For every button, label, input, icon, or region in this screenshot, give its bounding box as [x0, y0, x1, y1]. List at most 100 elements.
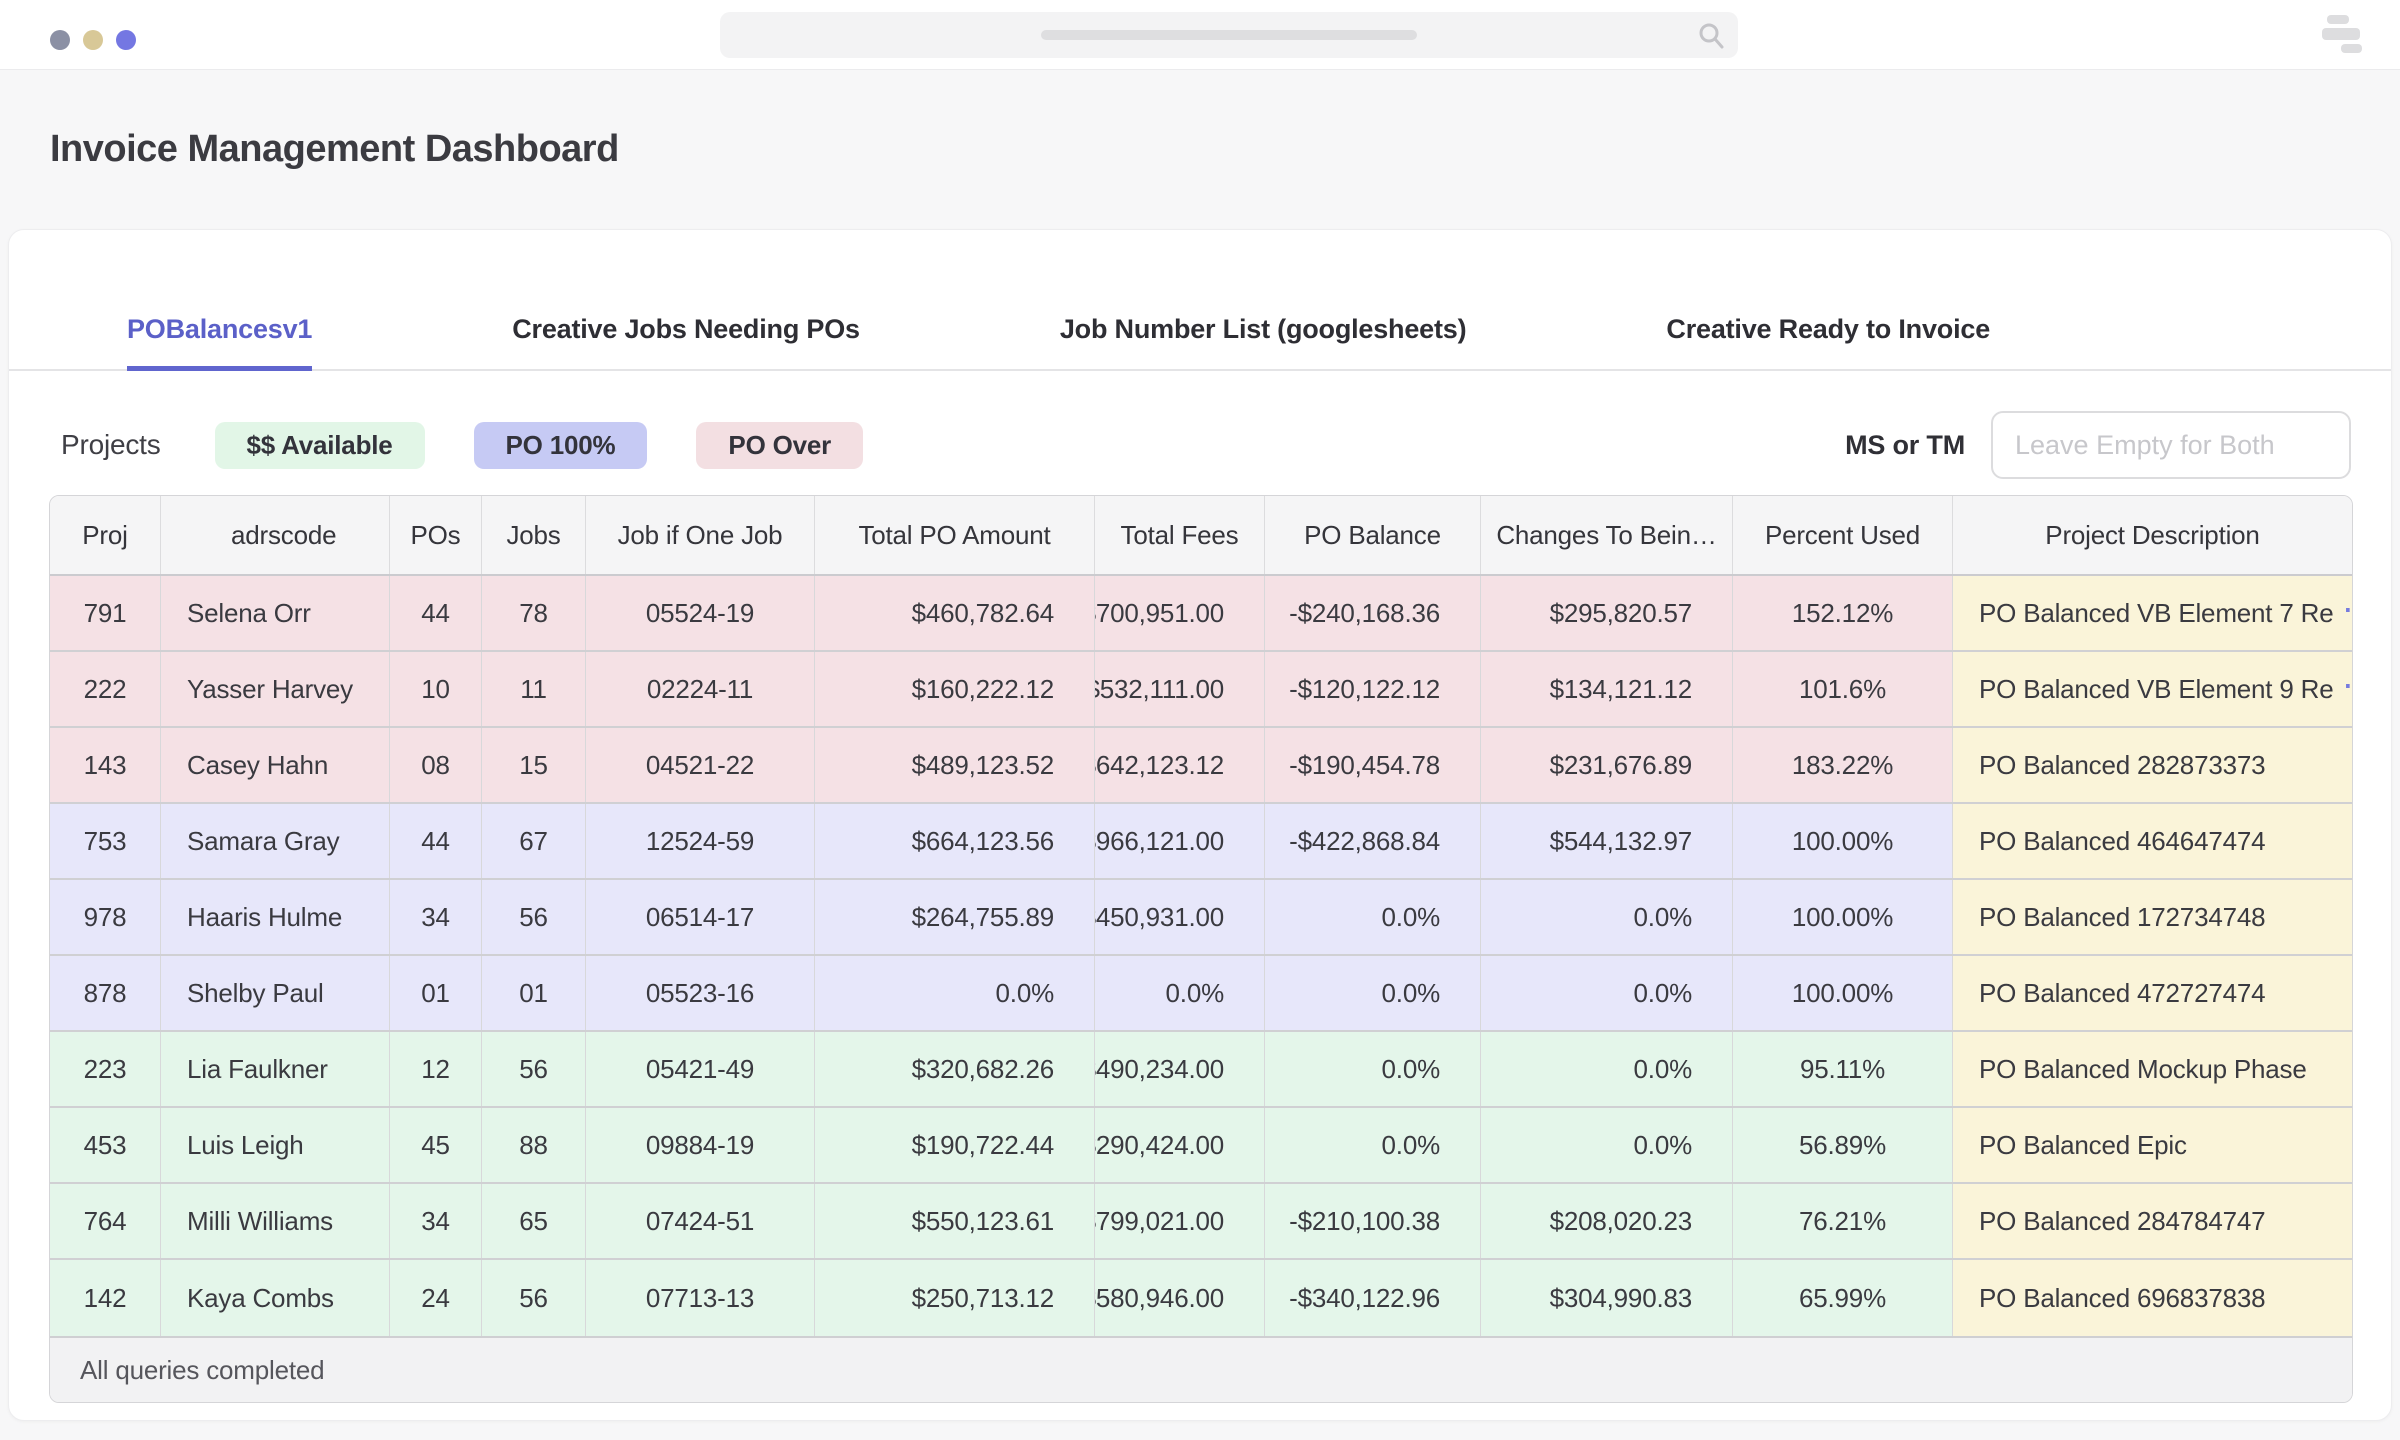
cell-value: 07424-51 — [646, 1206, 754, 1237]
column-header-changes-to-being[interactable]: Changes To Bein… — [1481, 496, 1733, 574]
cell-value: Luis Leigh — [187, 1130, 304, 1161]
cell-value: Selena Orr — [187, 598, 311, 629]
cell-value: $295,820.57 — [1550, 598, 1692, 629]
cell-changes-to-being: 0.0% — [1481, 956, 1733, 1030]
window-control-dot-tan[interactable] — [83, 30, 103, 50]
cell-value: 100.00% — [1792, 902, 1893, 933]
cell-value: 56 — [519, 1283, 548, 1314]
column-header-jobs[interactable]: Jobs — [482, 496, 586, 574]
cell-total-po-amount: $250,713.12 — [815, 1260, 1095, 1336]
project-description-cell: PO Balanced 696837838 — [1953, 1260, 2352, 1336]
table-row[interactable]: 978Haaris Hulme345606514-17$264,755.89$4… — [50, 880, 2352, 956]
cell-adrscode: Shelby Paul — [161, 956, 390, 1030]
cell-value: 0.0% — [996, 978, 1054, 1009]
tab-pobalancesv1[interactable]: POBalancesv1 — [127, 314, 312, 369]
cell-value: 878 — [84, 978, 127, 1009]
cell-value: -$340,122.96 — [1289, 1283, 1440, 1314]
menu-bar-icon — [2327, 15, 2349, 24]
window-control-dot-gray[interactable] — [50, 30, 70, 50]
column-header-total-po-amount[interactable]: Total PO Amount — [815, 496, 1095, 574]
menu-bar-icon — [2341, 44, 2362, 53]
column-header-pos[interactable]: POs — [390, 496, 482, 574]
cell-value: PO Balanced Epic — [1979, 1130, 2187, 1161]
cell-value: $450,931.00 — [1095, 902, 1224, 933]
dashboard-card: POBalancesv1 Creative Jobs Needing POs J… — [8, 229, 2392, 1421]
cell-job-if-one-job: 05524-19 — [586, 576, 815, 650]
cell-value: 56 — [519, 902, 548, 933]
cell-value: 0.0% — [1166, 978, 1224, 1009]
table-row[interactable]: 878Shelby Paul010105523-160.0%0.0%0.0%0.… — [50, 956, 2352, 1032]
search-icon[interactable] — [1696, 20, 1726, 50]
ms-or-tm-label: MS or TM — [1845, 430, 1965, 461]
cell-value: 12524-59 — [646, 826, 754, 857]
cell-po-balance: -$210,100.38 — [1265, 1184, 1481, 1258]
window-control-dot-purple[interactable] — [116, 30, 136, 50]
project-description-cell: PO Balanced 464647474 — [1953, 804, 2352, 878]
project-description-cell: PO Balanced VB Element 9 Re⋯ — [1953, 652, 2352, 726]
cell-value: 152.12% — [1792, 598, 1893, 629]
cell-value: 95.11% — [1800, 1054, 1885, 1085]
cell-total-po-amount: $550,123.61 — [815, 1184, 1095, 1258]
window-controls — [50, 30, 136, 50]
filter-chip-po-over[interactable]: PO Over — [696, 422, 863, 469]
cell-value: PO Balanced 282873373 — [1979, 750, 2265, 781]
cell-percent-used: 100.00% — [1733, 804, 1953, 878]
window-titlebar — [0, 0, 2400, 70]
column-header-total-fees[interactable]: Total Fees — [1095, 496, 1265, 574]
cell-jobs: 15 — [482, 728, 586, 802]
cell-percent-used: 56.89% — [1733, 1108, 1953, 1182]
filter-chip-available[interactable]: $$ Available — [215, 422, 425, 469]
cell-total-fees: $290,424.00 — [1095, 1108, 1265, 1182]
filter-chip-po-100[interactable]: PO 100% — [474, 422, 648, 469]
column-header-adrscode[interactable]: adrscode — [161, 496, 390, 574]
column-header-project-description[interactable]: Project Description — [1953, 496, 2352, 574]
cell-pos: 34 — [390, 1184, 482, 1258]
column-header-percent-used[interactable]: Percent Used — [1733, 496, 1953, 574]
ms-or-tm-input[interactable] — [1991, 411, 2351, 479]
cell-proj: 223 — [50, 1032, 161, 1106]
table-row[interactable]: 222Yasser Harvey101102224-11$160,222.12$… — [50, 652, 2352, 728]
project-description-cell: PO Balanced Epic — [1953, 1108, 2352, 1182]
cell-adrscode: Milli Williams — [161, 1184, 390, 1258]
cell-value: PO Balanced 284784747 — [1979, 1206, 2265, 1237]
cell-value: $460,782.64 — [912, 598, 1054, 629]
truncated-more-icon[interactable]: ⋯ — [2343, 670, 2352, 701]
cell-value: 24 — [421, 1283, 450, 1314]
search-bar[interactable] — [720, 12, 1738, 58]
column-header-po-balance[interactable]: PO Balance — [1265, 496, 1481, 574]
cell-value: 07713-13 — [646, 1283, 754, 1314]
cell-proj: 878 — [50, 956, 161, 1030]
cell-value: 764 — [84, 1206, 127, 1237]
cell-percent-used: 76.21% — [1733, 1184, 1953, 1258]
cell-total-fees: 0.0% — [1095, 956, 1265, 1030]
cell-pos: 45 — [390, 1108, 482, 1182]
cell-jobs: 01 — [482, 956, 586, 1030]
table-row[interactable]: 142Kaya Combs245607713-13$250,713.12$580… — [50, 1260, 2352, 1336]
cell-job-if-one-job: 09884-19 — [586, 1108, 815, 1182]
table-row[interactable]: 753Samara Gray446712524-59$664,123.56$96… — [50, 804, 2352, 880]
table-row[interactable]: 143Casey Hahn081504521-22$489,123.52$642… — [50, 728, 2352, 804]
cell-total-fees: $532,111.00 — [1095, 652, 1265, 726]
cell-adrscode: Selena Orr — [161, 576, 390, 650]
cell-total-fees: $799,021.00 — [1095, 1184, 1265, 1258]
table-row[interactable]: 453Luis Leigh458809884-19$190,722.44$290… — [50, 1108, 2352, 1184]
table-row[interactable]: 764Milli Williams346507424-51$550,123.61… — [50, 1184, 2352, 1260]
column-header-job-if-one-job[interactable]: Job if One Job — [586, 496, 815, 574]
tab-job-number-list[interactable]: Job Number List (googlesheets) — [1060, 314, 1467, 369]
truncated-more-icon[interactable]: ⋯ — [2343, 594, 2352, 625]
cell-value: $134,121.12 — [1550, 674, 1692, 705]
cell-total-fees: $580,946.00 — [1095, 1260, 1265, 1336]
cell-total-po-amount: $664,123.56 — [815, 804, 1095, 878]
cell-pos: 34 — [390, 880, 482, 954]
window-menu-icon[interactable] — [2320, 13, 2366, 57]
column-header-proj[interactable]: Proj — [50, 496, 161, 574]
cell-po-balance: -$422,868.84 — [1265, 804, 1481, 878]
cell-changes-to-being: 0.0% — [1481, 880, 1733, 954]
tab-creative-ready-to-invoice[interactable]: Creative Ready to Invoice — [1666, 314, 1990, 369]
tab-creative-jobs-needing-pos[interactable]: Creative Jobs Needing POs — [512, 314, 860, 369]
cell-value: 56 — [519, 1054, 548, 1085]
table-row[interactable]: 223Lia Faulkner125605421-49$320,682.26$4… — [50, 1032, 2352, 1108]
cell-proj: 453 — [50, 1108, 161, 1182]
cell-po-balance: 0.0% — [1265, 956, 1481, 1030]
table-row[interactable]: 791Selena Orr447805524-19$460,782.64$700… — [50, 576, 2352, 652]
